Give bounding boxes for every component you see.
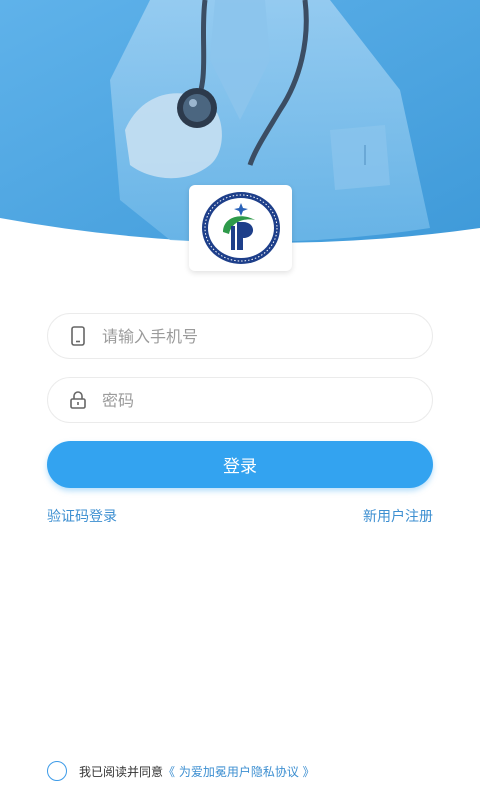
agreement-text: 我已阅读并同意 bbox=[79, 764, 164, 779]
phone-input[interactable] bbox=[102, 326, 432, 346]
login-button[interactable]: 登录 bbox=[47, 441, 433, 488]
privacy-policy-link[interactable]: 《 为爱加冕用户隐私协议 》 bbox=[163, 763, 315, 780]
agreement-row: 我已阅读并同意 《 为爱加冕用户隐私协议 》 bbox=[47, 760, 315, 782]
logo-card bbox=[189, 185, 292, 271]
phone-icon bbox=[68, 326, 88, 346]
lock-icon bbox=[68, 390, 88, 410]
password-field[interactable] bbox=[47, 377, 433, 423]
password-input[interactable] bbox=[102, 390, 432, 410]
sms-login-link[interactable]: 验证码登录 bbox=[47, 506, 117, 526]
hospital-logo bbox=[201, 192, 280, 264]
agree-radio[interactable] bbox=[47, 761, 67, 781]
register-link[interactable]: 新用户注册 bbox=[363, 506, 433, 526]
phone-field[interactable] bbox=[47, 313, 433, 359]
